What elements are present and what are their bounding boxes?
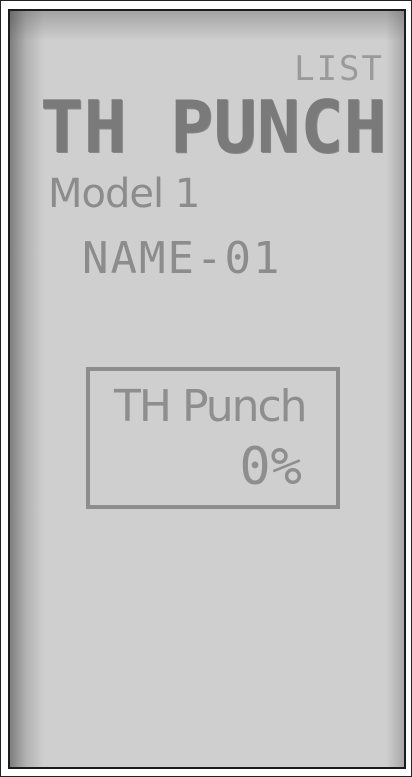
model-name: NAME-01 [82,233,282,284]
th-punch-label: TH Punch [114,381,308,432]
list-menu-label[interactable]: LIST [294,49,384,89]
lcd-screen: LIST TH PUNCH Model 1 NAME-01 TH Punch 0… [8,9,406,769]
th-punch-value[interactable]: 0% [239,437,302,497]
model-number-label: Model 1 [48,171,200,217]
device-frame: LIST TH PUNCH Model 1 NAME-01 TH Punch 0… [0,0,412,777]
screen-title: TH PUNCH [40,85,387,169]
th-punch-setting-box[interactable]: TH Punch 0% [86,367,340,509]
